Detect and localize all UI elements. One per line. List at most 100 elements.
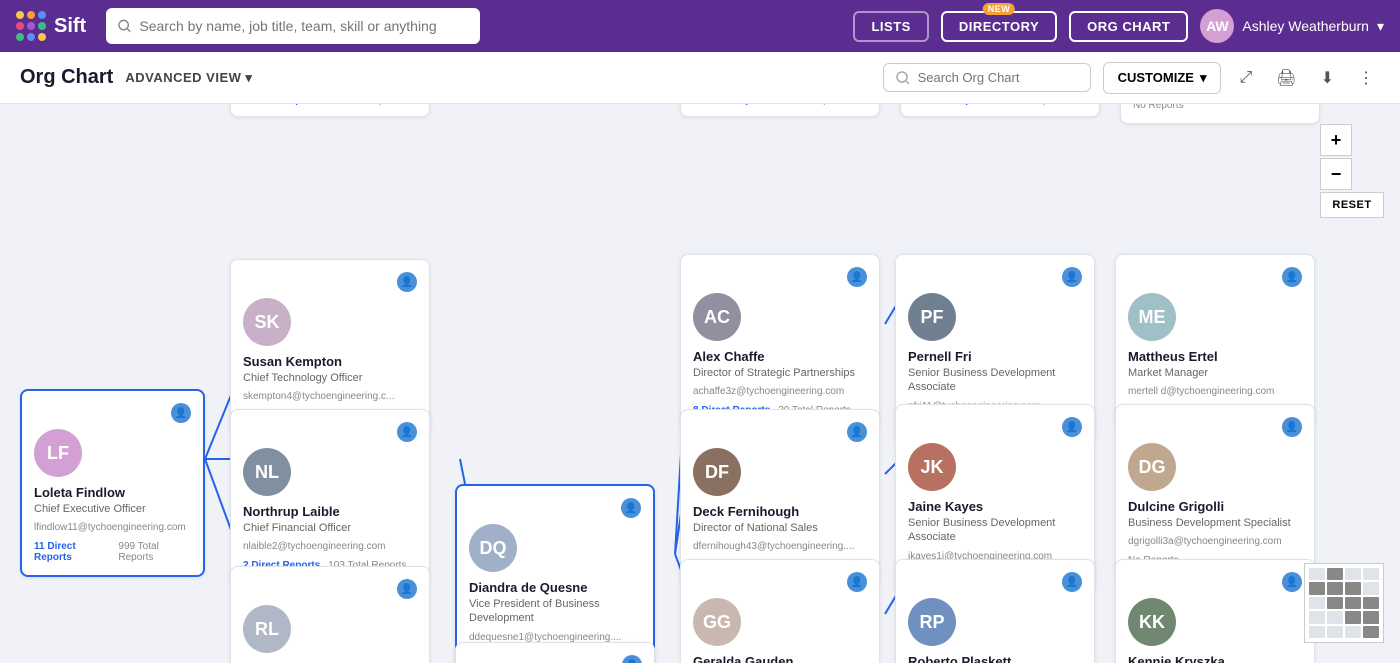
more-options-icon[interactable]: ⋮ [1352, 64, 1380, 92]
avatar: JK [908, 443, 956, 491]
no-reports-label: No Reports [1133, 104, 1184, 111]
directory-button[interactable]: NEW DIRECTORY [941, 11, 1057, 42]
org-chart-button[interactable]: ORG CHART [1069, 11, 1188, 42]
person-name: Diandra de Quesne [469, 580, 641, 595]
page-toolbar: Org Chart ADVANCED VIEW ▾ CUSTOMIZE ▾ ⤢ … [0, 52, 1400, 104]
person-title: Chief Executive Officer [34, 502, 191, 516]
northrup-card[interactable]: 👤 NL Northrup Laible Chief Financial Off… [230, 409, 430, 584]
diandra-card[interactable]: 👤 DQ Diandra de Quesne Vice President of… [455, 484, 655, 663]
person-name: Roberto Plaskett [908, 654, 1082, 663]
search-icon [118, 19, 131, 33]
new-badge: NEW [983, 3, 1016, 15]
org-chart-search[interactable] [883, 63, 1091, 92]
chevron-down-icon: ▾ [245, 70, 252, 86]
avatar: AC [693, 293, 741, 341]
reset-button[interactable]: RESET [1320, 192, 1384, 218]
person-title: Market Manager [1128, 366, 1302, 380]
profile-icon: 👤 [397, 422, 417, 442]
person-email: skempton4@tychoengineering.c... [243, 391, 417, 402]
chevron-down-icon: ▾ [1377, 18, 1384, 35]
person-title: Vice President of Business Development [469, 597, 641, 626]
person-name: Dulcine Grigolli [1128, 499, 1302, 514]
avatar: RL [243, 605, 291, 653]
expand-icon[interactable]: ⤢ [1233, 65, 1258, 91]
deck-card[interactable]: 👤 DF Deck Fernihough Director of Nationa… [680, 409, 880, 584]
profile-icon: 👤 [1282, 572, 1302, 592]
person-title: Chief Financial Officer [243, 521, 417, 535]
org-cards-layer: 3 Direct Reports 38 Total Reports 2 Dire… [0, 104, 1400, 663]
dulcine-card[interactable]: 👤 DG Dulcine Grigolli Business Developme… [1115, 404, 1315, 579]
person-email: mertell d@tychoengineering.com [1128, 386, 1302, 397]
person-name: Pernell Fri [908, 349, 1082, 364]
partial-card-2: 2 Direct Reports 5 Total Reports [680, 104, 880, 117]
profile-icon: 👤 [1282, 417, 1302, 437]
person-name: Northrup Laible [243, 504, 417, 519]
person-title: Director of Strategic Partnerships [693, 366, 867, 380]
avatar: DF [693, 448, 741, 496]
profile-icon: 👤 [397, 272, 417, 292]
avatar: DG [1128, 443, 1176, 491]
profile-icon: 👤 [847, 422, 867, 442]
profile-icon: 👤 [847, 267, 867, 287]
profile-icon: 👤 [622, 655, 642, 663]
person-email: nlaible2@tychoengineering.com [243, 541, 417, 552]
mattheus-card[interactable]: 👤 ME Mattheus Ertel Market Manager merte… [1115, 254, 1315, 429]
avatar: AW [1200, 9, 1234, 43]
direct-reports-count[interactable]: 3 Direct Reports [243, 104, 320, 106]
geralda-card[interactable]: 👤 GG Geralda Gauden Director of Strategi… [680, 559, 880, 663]
avatar: LF [34, 429, 82, 477]
susan-card[interactable]: 👤 SK Susan Kempton Chief Technology Offi… [230, 259, 430, 434]
person-name: Susan Kempton [243, 354, 417, 369]
user-menu[interactable]: AW Ashley Weatherburn ▾ [1200, 9, 1384, 43]
person-title: Director of National Sales [693, 521, 867, 535]
partial-card-1: 3 Direct Reports 38 Total Reports [230, 104, 430, 117]
partial-card-3: 4 Direct Reports 4 Total Reports [900, 104, 1100, 117]
chevron-down-icon: ▾ [1200, 70, 1207, 86]
person-title: Chief Technology Officer [243, 371, 417, 385]
org-search-input[interactable] [918, 70, 1078, 85]
global-search-input[interactable] [139, 18, 467, 34]
person-name: Kennie Kryszka [1128, 654, 1302, 663]
ruthy-card[interactable]: 👤 RM Ruthy McEnhill Administrative Assis… [455, 642, 655, 663]
royal-card[interactable]: 👤 RL Royal Landell Chief Revenue Officer… [230, 566, 430, 663]
customize-button[interactable]: CUSTOMIZE ▾ [1103, 62, 1222, 94]
mini-map [1304, 563, 1384, 643]
print-icon[interactable]: 🖨 [1270, 64, 1302, 92]
avatar: RP [908, 598, 956, 646]
profile-icon: 👤 [847, 572, 867, 592]
profile-icon: 👤 [1062, 267, 1082, 287]
zoom-controls: + − RESET [1320, 124, 1384, 218]
person-name: Jaine Kayes [908, 499, 1082, 514]
zoom-out-button[interactable]: − [1320, 158, 1352, 190]
person-title: Senior Business Development Associate [908, 516, 1082, 545]
direct-reports-count[interactable]: 4 Direct Reports [913, 104, 990, 106]
download-icon[interactable]: ⬇ [1315, 64, 1340, 92]
total-reports-count: 999 Total Reports [118, 541, 191, 563]
roberto-card[interactable]: 👤 RP Roberto Plaskett Senior Business De… [895, 559, 1095, 663]
chart-area: + − RESET 3 Direct Re [0, 104, 1400, 663]
direct-reports-count[interactable]: 11 Direct Reports [34, 541, 110, 563]
lists-button[interactable]: LISTS [853, 11, 928, 42]
person-email: lfindlow11@tychoengineering.com [34, 522, 191, 533]
total-reports-count: 4 Total Reports [998, 104, 1065, 106]
avatar: PF [908, 293, 956, 341]
alex-card[interactable]: 👤 AC Alex Chaffe Director of Strategic P… [680, 254, 880, 429]
top-navigation: Sift LISTS NEW DIRECTORY ORG CHART AW As… [0, 0, 1400, 52]
person-name: Loleta Findlow [34, 485, 191, 500]
global-search[interactable] [106, 8, 480, 44]
person-name: Alex Chaffe [693, 349, 867, 364]
advanced-view-button[interactable]: ADVANCED VIEW ▾ [125, 70, 252, 86]
person-name: Mattheus Ertel [1128, 349, 1302, 364]
ceo-card[interactable]: 👤 LF Loleta Findlow Chief Executive Offi… [20, 389, 205, 577]
person-name: Geralda Gauden [693, 654, 867, 663]
zoom-in-button[interactable]: + [1320, 124, 1352, 156]
logo-text: Sift [54, 15, 86, 38]
avatar: ME [1128, 293, 1176, 341]
person-title: Business Development Specialist [1128, 516, 1302, 530]
direct-reports-count[interactable]: 2 Direct Reports [693, 104, 770, 106]
profile-icon: 👤 [1282, 267, 1302, 287]
person-email: achaffe3z@tychoengineering.com [693, 386, 867, 397]
logo-dots [16, 11, 46, 41]
profile-icon: 👤 [1062, 572, 1082, 592]
kennie-card[interactable]: 👤 KK Kennie Kryszka Business Systems Dev… [1115, 559, 1315, 663]
